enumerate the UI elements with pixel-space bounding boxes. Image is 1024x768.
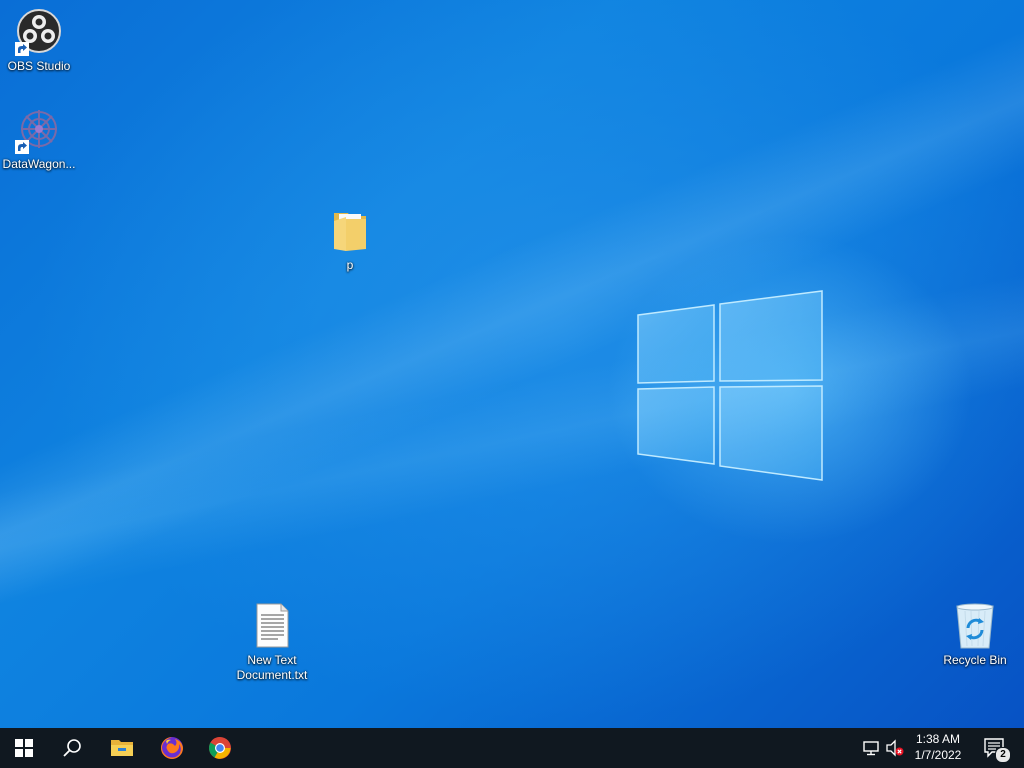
search-button[interactable] — [48, 728, 96, 768]
desktop-icon-folder-p[interactable]: p — [312, 207, 388, 273]
recycle-bin-icon — [951, 602, 999, 650]
network-disconnected-icon[interactable] — [862, 738, 882, 758]
desktop-icon-label: p — [346, 258, 354, 272]
chrome-icon — [209, 737, 231, 759]
notifications-icon — [984, 738, 1004, 758]
file-explorer-icon — [111, 740, 133, 756]
desktop[interactable]: OBS Studio DataWagon... p New Text Docum… — [0, 0, 1024, 728]
desktop-icon-label: New Text Document.txt — [236, 653, 308, 682]
desktop-icon-label: Recycle Bin — [943, 653, 1007, 667]
windows-start-icon — [15, 739, 33, 757]
start-button[interactable] — [0, 728, 48, 768]
text-document-icon — [248, 602, 296, 650]
taskbar-firefox[interactable] — [148, 728, 196, 768]
notification-count-badge: 2 — [995, 747, 1011, 763]
taskbar-chrome[interactable] — [196, 728, 244, 768]
taskbar-file-explorer[interactable] — [98, 728, 146, 768]
windows-logo-wallpaper — [637, 290, 823, 481]
datawagon-icon — [15, 106, 63, 154]
action-center-button[interactable]: 2 — [976, 728, 1016, 768]
desktop-icon-new-text-document[interactable]: New Text Document.txt — [234, 602, 310, 683]
folder-icon — [326, 207, 374, 255]
wallpaper-light-beam — [0, 0, 1024, 728]
wallpaper-light-beam — [0, 0, 1024, 728]
taskbar-clock[interactable]: 1:38 AM 1/7/2022 — [906, 731, 970, 763]
desktop-icon-recycle-bin[interactable]: Recycle Bin — [937, 602, 1013, 668]
volume-muted-icon[interactable] — [885, 738, 905, 758]
desktop-icon-obs-studio[interactable]: OBS Studio — [1, 8, 77, 74]
obs-studio-icon — [15, 8, 63, 56]
search-icon — [63, 739, 81, 757]
clock-time: 1:38 AM — [915, 732, 961, 746]
desktop-icon-label: OBS Studio — [7, 59, 71, 73]
shortcut-arrow-icon — [15, 42, 29, 56]
clock-date: 1/7/2022 — [914, 748, 962, 762]
firefox-icon — [161, 737, 183, 759]
desktop-icon-datawagon[interactable]: DataWagon... — [1, 106, 77, 172]
desktop-icon-label: DataWagon... — [2, 157, 76, 171]
taskbar: 1:38 AM 1/7/2022 2 — [0, 728, 1024, 768]
shortcut-arrow-icon — [15, 140, 29, 154]
